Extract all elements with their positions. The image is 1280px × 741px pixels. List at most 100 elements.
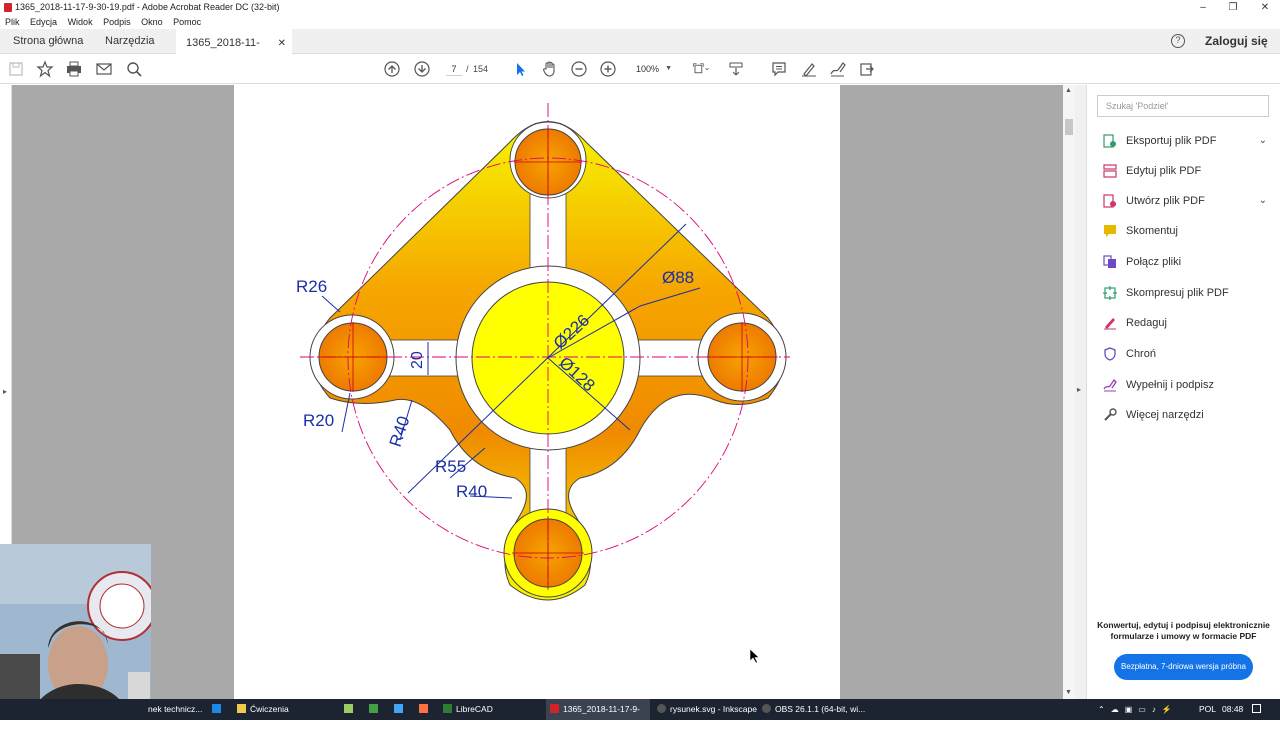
toolbar: 7 / 154 100% ▼ — [0, 54, 1280, 84]
menu-edit[interactable]: Edycja — [30, 17, 57, 27]
tool-label: Skompresuj plik PDF — [1126, 287, 1229, 299]
tool-label: Utwórz plik PDF — [1126, 195, 1205, 207]
page-total: 154 — [473, 64, 489, 74]
app-icon — [344, 704, 353, 713]
minimize-button[interactable]: – — [1188, 0, 1218, 15]
label-r20: R20 — [303, 411, 334, 430]
promo-text: Konwertuj, edytuj i podpisuj elektronicz… — [1097, 620, 1270, 641]
mouse-cursor — [749, 648, 760, 664]
previous-page-icon[interactable] — [383, 60, 401, 78]
taskbar-pinned-2[interactable] — [369, 699, 382, 720]
tab-home[interactable]: Strona główna — [13, 29, 83, 54]
tab-tools[interactable]: Narzędzia — [105, 29, 155, 54]
tool-fill-sign[interactable]: Wypełnij i podpisz — [1103, 375, 1273, 395]
tool-create-pdf[interactable]: Utwórz plik PDF ⌄ — [1103, 191, 1273, 211]
scroll-up-icon[interactable]: ▲ — [1065, 87, 1072, 94]
tool-comment[interactable]: Skomentuj — [1103, 221, 1273, 241]
email-icon[interactable] — [95, 60, 113, 78]
tab-close-icon[interactable]: ✕ — [278, 31, 286, 56]
app-icon — [369, 704, 378, 713]
scroll-mode-icon[interactable] — [727, 60, 745, 78]
print-icon[interactable] — [65, 60, 83, 78]
zoom-select[interactable]: 100% ▼ — [630, 62, 676, 76]
taskbar-pinned-3[interactable] — [394, 699, 407, 720]
menu-bar: Plik Edycja Widok Podpis Okno Pomoc — [0, 15, 1280, 29]
chevron-down-icon: ▼ — [665, 65, 672, 72]
close-button[interactable]: ✕ — [1250, 0, 1280, 15]
tool-compress-pdf[interactable]: Skompresuj plik PDF — [1103, 283, 1273, 303]
combine-files-icon — [1103, 255, 1116, 268]
tool-label: Redaguj — [1126, 317, 1167, 329]
free-trial-button[interactable]: Bezpłatna, 7-dniowa wersja próbna — [1114, 654, 1253, 680]
taskbar-item-obs[interactable]: OBS 26.1.1 (64-bit, wi... — [762, 699, 865, 720]
highlight-pen-icon[interactable] — [800, 60, 818, 78]
save-icon[interactable] — [7, 60, 25, 78]
tool-label: Eksportuj plik PDF — [1126, 135, 1217, 147]
taskbar-item-acrobat[interactable]: 1365_2018-11-17-9-30... — [546, 699, 650, 735]
vertical-scrollbar[interactable]: ▲ ▼ — [1063, 85, 1075, 699]
pdf-page: R26 R20 R40 R55 R40 Ø88 Ø226 Ø128 20 — [234, 85, 840, 699]
chevron-down-icon[interactable]: ⌄ — [1259, 191, 1267, 211]
fit-page-icon[interactable] — [689, 60, 713, 78]
collapse-right-panel-icon[interactable]: ▸ — [1077, 385, 1081, 394]
sign-in-link[interactable]: Zaloguj się — [1205, 29, 1268, 54]
zoom-in-icon[interactable] — [599, 60, 617, 78]
compress-pdf-icon — [1103, 286, 1117, 300]
clock[interactable]: 08:48 — [1222, 699, 1243, 720]
menu-file[interactable]: Plik — [5, 17, 20, 27]
zoom-value: 100% — [636, 64, 660, 74]
select-cursor-icon[interactable] — [511, 60, 529, 78]
tool-protect[interactable]: Chroń — [1103, 344, 1273, 364]
tool-more-tools[interactable]: Więcej narzędzi — [1103, 405, 1273, 425]
bookmark-star-icon[interactable] — [36, 60, 54, 78]
title-bar: 1365_2018-11-17-9-30-19.pdf - Adobe Acro… — [0, 0, 1280, 15]
label-r55: R55 — [435, 457, 466, 476]
tab-document[interactable]: 1365_2018-11-17-... ✕ — [176, 29, 292, 74]
scroll-down-icon[interactable]: ▼ — [1065, 689, 1072, 696]
menu-view[interactable]: Widok — [68, 17, 93, 27]
tool-redact[interactable]: Redaguj — [1103, 313, 1273, 333]
taskbar-pinned-4[interactable] — [419, 699, 432, 720]
app-icon — [394, 704, 403, 713]
hand-tool-icon[interactable] — [541, 60, 559, 78]
app-icon — [419, 704, 428, 713]
taskbar-item-inkscape[interactable]: rysunek.svg - Inkscape — [657, 699, 757, 720]
comment-tool-icon[interactable] — [770, 60, 788, 78]
language-indicator[interactable]: POL — [1199, 699, 1216, 720]
taskbar-item-document[interactable]: nek technicz... — [148, 699, 202, 720]
tool-combine-files[interactable]: Połącz pliki — [1103, 252, 1273, 272]
maximize-button[interactable]: ❐ — [1218, 0, 1248, 15]
menu-window[interactable]: Okno — [141, 17, 163, 27]
page-number-input[interactable]: 7 — [446, 62, 462, 76]
tool-edit-pdf[interactable]: Edytuj plik PDF — [1103, 161, 1273, 181]
system-tray-icons[interactable]: ⌃☁▣▭♪⚡ — [1098, 699, 1178, 720]
chevron-down-icon[interactable]: ⌄ — [1259, 131, 1267, 151]
tool-label: Wypełnij i podpisz — [1126, 379, 1214, 391]
taskbar-pinned-1[interactable] — [344, 699, 357, 720]
sign-icon[interactable] — [829, 60, 847, 78]
share-icon[interactable] — [858, 60, 876, 78]
more-tools-icon — [1104, 408, 1117, 421]
zoom-out-icon[interactable] — [570, 60, 588, 78]
expand-left-panel-icon[interactable]: ▸ — [3, 387, 7, 396]
label-r26: R26 — [296, 277, 327, 296]
fill-sign-icon — [1103, 378, 1117, 392]
menu-help[interactable]: Pomoc — [173, 17, 201, 27]
scrollbar-thumb[interactable] — [1065, 119, 1073, 135]
taskbar-item-librecad[interactable]: LibreCAD — [443, 699, 493, 720]
notification-icon[interactable] — [1252, 699, 1266, 720]
help-icon[interactable]: ? — [1171, 34, 1185, 48]
tool-label: Połącz pliki — [1126, 256, 1182, 268]
taskbar-app-icon[interactable] — [212, 699, 225, 720]
tools-search-input[interactable]: Szukaj 'Podziel' — [1097, 95, 1269, 117]
menu-sign[interactable]: Podpis — [103, 17, 131, 27]
webcam-overlay — [0, 544, 151, 720]
acrobat-icon — [550, 704, 559, 713]
label-r40-left: R40 — [386, 414, 414, 450]
folder-icon — [237, 704, 246, 713]
tool-export-pdf[interactable]: Eksportuj plik PDF ⌄ — [1103, 131, 1273, 151]
taskbar-item-cwiczenia[interactable]: Ćwiczenia — [237, 699, 289, 720]
export-pdf-icon — [1103, 134, 1116, 148]
search-icon[interactable] — [125, 60, 143, 78]
next-page-icon[interactable] — [413, 60, 431, 78]
